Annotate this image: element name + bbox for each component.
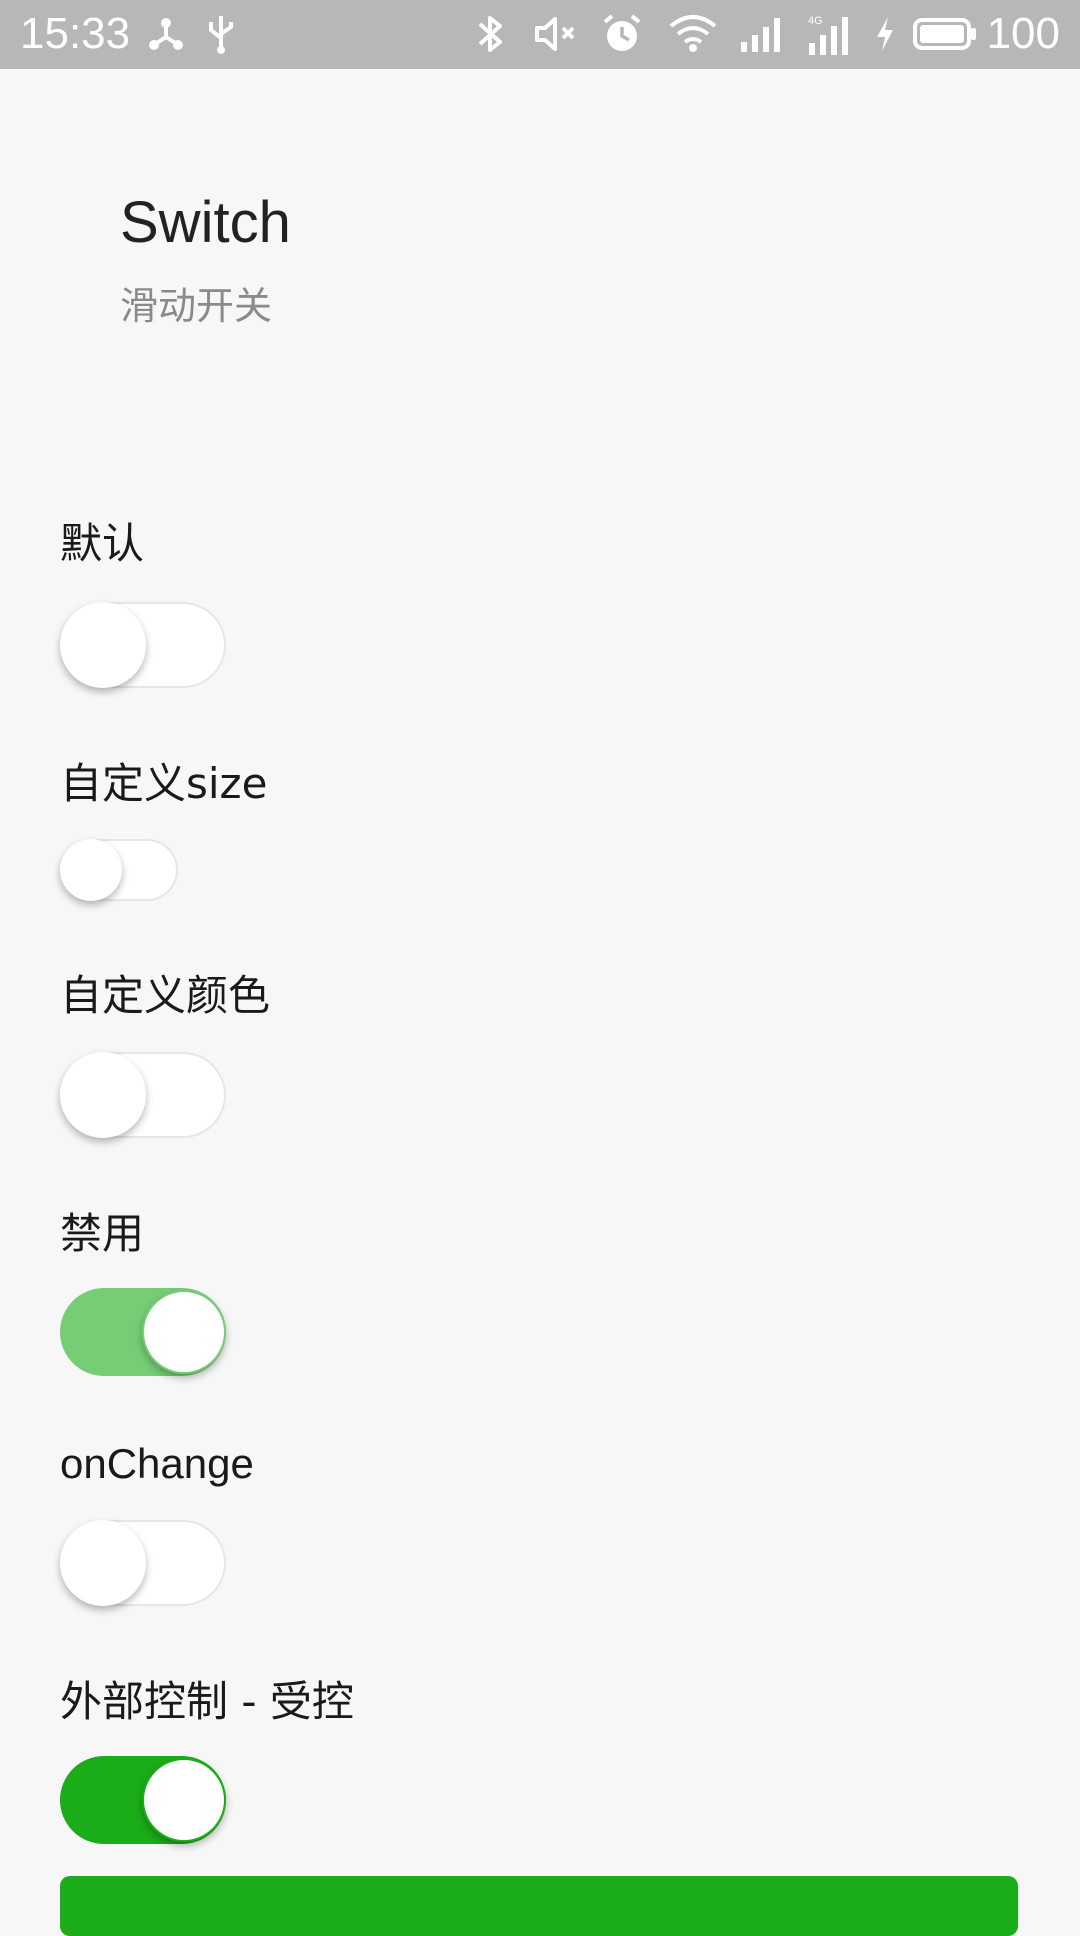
4g-signal-icon: 4G (806, 12, 856, 56)
switch-knob (60, 1520, 146, 1606)
usb-tether-icon (146, 12, 186, 56)
signal-icon (738, 12, 784, 56)
status-bar: 15:33 4G 100 (0, 0, 1080, 69)
page-title: Switch (120, 190, 291, 255)
section-label-onchange: onChange (60, 1440, 254, 1487)
switch-controlled[interactable] (60, 1756, 226, 1844)
section-label-custom-size: 自定义size (60, 759, 268, 808)
switch-onchange[interactable] (60, 1520, 226, 1606)
mute-icon (532, 12, 582, 56)
switch-default[interactable] (60, 602, 226, 688)
status-time: 15:33 (20, 9, 131, 58)
battery-percent: 100 (986, 9, 1060, 58)
wifi-icon (668, 12, 718, 56)
page-description: 滑动开关 (120, 284, 273, 328)
switch-knob (60, 839, 122, 901)
svg-text:4G: 4G (808, 15, 823, 27)
alarm-icon (600, 12, 644, 56)
charging-icon (872, 12, 898, 56)
bluetooth-icon (474, 12, 508, 56)
section-label-disabled: 禁用 (60, 1209, 145, 1258)
section-label-custom-color: 自定义颜色 (60, 971, 271, 1020)
switch-knob (60, 1052, 146, 1138)
switch-knob (60, 602, 146, 688)
section-label-default: 默认 (60, 519, 145, 568)
switch-disabled[interactable] (60, 1288, 226, 1376)
switch-custom-color[interactable] (60, 1052, 226, 1138)
toggle-button[interactable] (60, 1876, 1018, 1936)
switch-custom-size[interactable] (60, 839, 178, 901)
switch-knob (142, 1290, 226, 1374)
usb-icon (206, 12, 236, 56)
switch-knob (142, 1758, 226, 1842)
battery-icon (912, 12, 978, 56)
section-label-controlled: 外部控制 - 受控 (60, 1677, 354, 1726)
